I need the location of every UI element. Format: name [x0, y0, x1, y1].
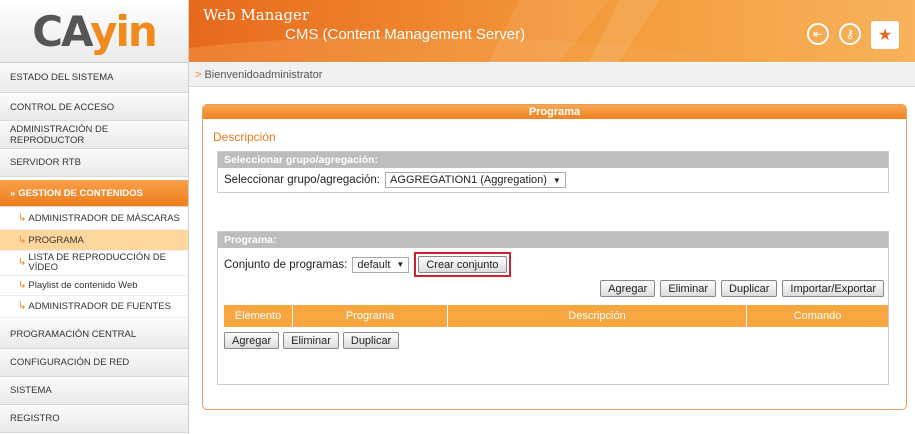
welcome-text: Bienvenidoadministrator: [204, 68, 323, 81]
column-header-elemento[interactable]: Elemento: [224, 305, 293, 327]
column-header-programa[interactable]: Programa: [292, 305, 448, 327]
header-title: Web Manager: [203, 6, 309, 24]
sidebar-item-gestion-de-contenidos[interactable]: » GESTION DE CONTENIDOS: [0, 180, 188, 207]
duplicate-button-bottom[interactable]: Duplicar: [342, 332, 400, 349]
add-button-top[interactable]: Agregar: [600, 280, 656, 297]
description-link[interactable]: Descripción: [213, 130, 276, 144]
program-section-header: Programa:: [218, 232, 888, 248]
panel-title: Programa: [203, 105, 906, 119]
sidebar-item-administracion-de-reproductor[interactable]: ADMINISTRACIÓN DE REPRODUCTOR: [0, 121, 188, 149]
program-box: Programa: Conjunto de programas: default…: [217, 231, 889, 385]
import-export-button[interactable]: Importar/Exportar: [782, 280, 884, 297]
sidebar-item-servidor-rtb[interactable]: SERVIDOR RTB: [0, 149, 188, 177]
chevron-down-icon: ▼: [396, 260, 405, 269]
group-select[interactable]: AGGREGATION1 (Aggregation) ▼: [385, 172, 566, 188]
programa-panel: Programa Descripción Seleccionar grupo/a…: [202, 104, 907, 410]
breadcrumb: > Bienvenidoadministrator: [189, 63, 915, 87]
create-set-button[interactable]: Crear conjunto: [418, 256, 507, 273]
sidebar-subitem-programa[interactable]: ↳ PROGRAMA: [0, 230, 188, 251]
sidebar: CAyin ESTADO DEL SISTEMA CONTROL DE ACCE…: [0, 0, 189, 434]
group-label: Seleccionar grupo/agregación:: [224, 174, 380, 186]
delete-button-bottom[interactable]: Eliminar: [283, 332, 339, 349]
sidebar-item-configuracion-de-red[interactable]: CONFIGURACIÓN DE RED: [0, 349, 188, 377]
program-table: Elemento Programa Descripción Comando: [224, 305, 888, 327]
group-selection-box: Seleccionar grupo/agregación: Selecciona…: [217, 151, 889, 193]
network-icon[interactable]: ★: [871, 21, 899, 49]
chevron-down-icon: ▼: [552, 175, 561, 185]
add-button-bottom[interactable]: Agregar: [224, 332, 280, 349]
program-set-select[interactable]: default ▼: [352, 256, 410, 273]
sidebar-subitem-administrador-de-fuentes[interactable]: ↳ ADMINISTRADOR DE FUENTES: [0, 296, 188, 318]
column-header-comando[interactable]: Comando: [746, 305, 888, 327]
program-set-label: Conjunto de programas:: [224, 258, 348, 271]
delete-button-top[interactable]: Eliminar: [660, 280, 717, 297]
group-section-header: Seleccionar grupo/agregación:: [218, 152, 888, 168]
sidebar-item-control-de-acceso[interactable]: CONTROL DE ACCESO: [0, 95, 188, 121]
app-header: Web Manager CMS (Content Management Serv…: [189, 0, 915, 62]
logout-icon[interactable]: ⇤: [807, 23, 829, 45]
sidebar-menu: ESTADO DEL SISTEMA CONTROL DE ACCESO ADM…: [0, 63, 188, 433]
key-icon[interactable]: ⚷: [839, 23, 861, 45]
sidebar-subitem-administrador-de-mascaras[interactable]: ↳ ADMINISTRADOR DE MÁSCARAS: [0, 207, 188, 230]
sidebar-item-estado-del-sistema[interactable]: ESTADO DEL SISTEMA: [0, 63, 188, 93]
header-subtitle: CMS (Content Management Server): [285, 26, 526, 43]
sidebar-item-registro[interactable]: REGISTRO: [0, 405, 188, 433]
column-header-descripcion[interactable]: Descripción: [447, 305, 747, 327]
create-set-highlight: Crear conjunto: [414, 252, 511, 277]
sidebar-item-programacion-central[interactable]: PROGRAMACIÓN CENTRAL: [0, 320, 188, 349]
cayin-logo: CAyin: [0, 0, 188, 63]
sidebar-item-sistema[interactable]: SISTEMA: [0, 377, 188, 405]
sidebar-subitem-playlist-de-contenido-web[interactable]: ↳ Playlist de contenido Web: [0, 276, 188, 296]
sidebar-subitem-lista-de-reproduccion-de-video[interactable]: ↳ LISTA DE REPRODUCCIÓN DE VÍDEO: [0, 251, 188, 276]
duplicate-button-top[interactable]: Duplicar: [721, 280, 778, 297]
